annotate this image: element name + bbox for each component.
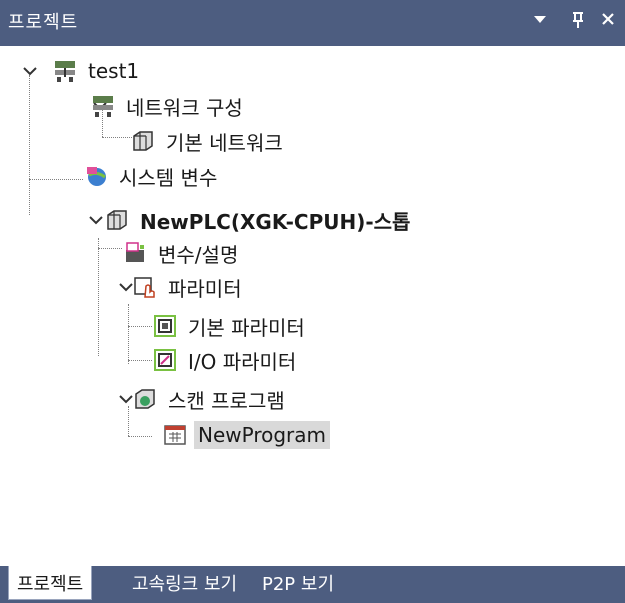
tree-connector [29,75,30,215]
tree-item-label: 기본 파라미터 [188,315,305,340]
network-icon [90,93,116,119]
tree-connector [98,248,122,249]
panel-title-bar: 프로젝트 [0,0,625,46]
tree-item-network-config[interactable]: 네트워크 구성 [90,89,247,123]
tree-connector [128,406,129,436]
tree-connector [128,436,152,437]
tab-p2p[interactable]: P2P 보기 [262,566,334,599]
pin-icon[interactable] [570,11,586,34]
tree-item-label: 스캔 프로그램 [168,388,285,413]
panel-title: 프로젝트 [8,12,79,33]
tree-item-label: 파라미터 [168,276,242,301]
plc-module-icon [104,207,130,233]
triangle-down-icon[interactable] [532,11,548,32]
tree-item-new-program[interactable]: NewProgram [162,418,331,452]
tree-connector [102,137,132,138]
tree-item-label: 변수/설명 [158,242,239,267]
tree-item-scan-program[interactable]: 스캔 프로그램 [132,382,289,416]
parameter-icon [132,274,158,300]
program-icon [162,422,188,448]
chevron-down-icon[interactable] [86,210,106,230]
tree-item-label: NewPLC(XGK-CPUH)-스톱 [140,209,411,234]
tree-item-label: NewProgram [194,421,331,449]
project-tree: test1 네트워크 구성 기본 네트워크 시스템 변수 NewPLC(XGK-… [0,46,625,566]
bottom-tab-bar: 프로젝트 고속링크 보기 P2P 보기 [0,566,625,603]
tab-highspeed-link[interactable]: 고속링크 보기 [132,566,237,599]
tree-item-plc[interactable]: NewPLC(XGK-CPUH)-스톱 [104,203,414,237]
tree-item-root[interactable]: test1 [52,54,143,88]
tab-project[interactable]: 프로젝트 [8,566,93,600]
tree-item-system-vars[interactable]: 시스템 변수 [83,159,221,193]
tree-connector [128,326,152,327]
tree-item-label: I/O 파라미터 [188,349,297,374]
tree-item-label: 네트워크 구성 [126,95,243,120]
variable-comment-icon [122,240,148,266]
basic-parameter-icon [152,313,178,339]
tree-item-label: 시스템 변수 [119,165,218,190]
tree-item-basic-params[interactable]: 기본 파라미터 [152,309,309,343]
tree-item-label: test1 [88,59,140,83]
chevron-down-icon[interactable] [20,61,40,81]
tree-item-io-params[interactable]: I/O 파라미터 [152,343,300,377]
tree-item-basic-network[interactable]: 기본 네트워크 [130,124,287,158]
io-parameter-icon [152,347,178,373]
tree-connector [128,304,129,364]
close-icon[interactable] [600,11,616,32]
tree-connector [98,238,99,356]
project-icon [52,58,78,84]
tree-item-label: 기본 네트워크 [166,130,283,155]
system-variable-icon [83,163,109,189]
tree-item-parameters[interactable]: 파라미터 [132,270,246,304]
tree-connector [128,360,152,361]
scan-program-icon [132,386,158,412]
tree-item-vars-desc[interactable]: 변수/설명 [122,236,242,270]
tree-connector [29,179,83,180]
plc-module-icon [130,128,156,154]
